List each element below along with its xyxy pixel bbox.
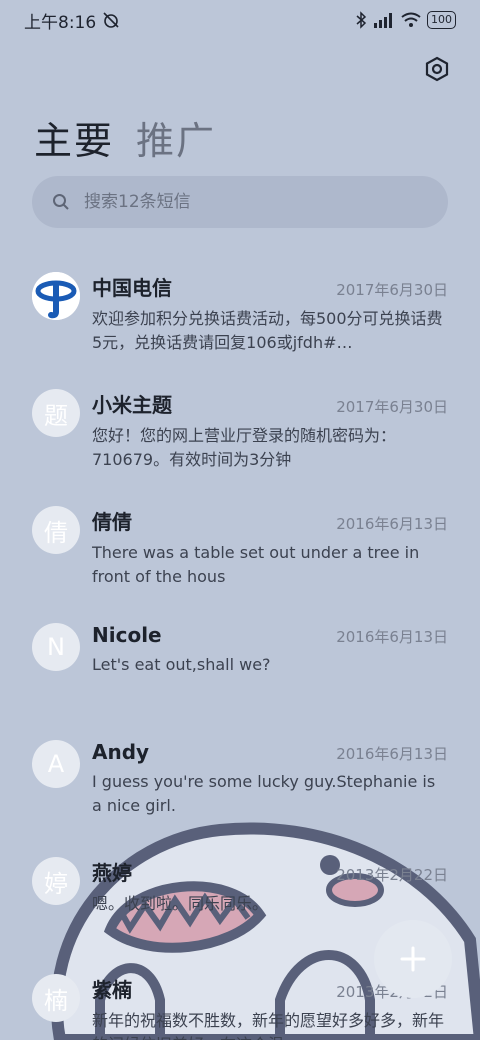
search-icon xyxy=(53,194,69,210)
tab-primary[interactable]: 主要 xyxy=(34,110,114,165)
china-telecom-logo-icon xyxy=(32,272,80,320)
sender-name: Nicole xyxy=(92,623,162,647)
list-item[interactable]: A Andy 2016年6月13日 I guess you're some lu… xyxy=(0,730,480,847)
message-preview: 您好！您的网上营业厅登录的随机密码为：710679。有效时间为3分钟 xyxy=(92,426,397,469)
list-item[interactable]: 题 小米主题 2017年6月30日 您好！您的网上营业厅登录的随机密码为：710… xyxy=(0,379,480,496)
list-item[interactable]: 倩 倩倩 2016年6月13日 There was a table set ou… xyxy=(0,496,480,613)
status-left: 上午8:16 xyxy=(24,8,120,33)
bluetooth-icon xyxy=(356,11,367,29)
avatar: A xyxy=(32,740,80,788)
signal-icon xyxy=(374,13,392,28)
item-header: 倩倩 2016年6月13日 xyxy=(92,496,448,535)
item-header: 中国电信 2017年6月30日 xyxy=(92,262,448,301)
message-date: 2013年2月22日 xyxy=(336,866,448,884)
tab-bar: 主要 推广 xyxy=(34,110,216,165)
item-header: Andy 2016年6月13日 xyxy=(92,730,448,764)
message-date: 2017年6月30日 xyxy=(336,398,448,416)
battery-indicator: 100 xyxy=(427,11,456,29)
avatar: 婷 xyxy=(32,857,80,905)
list-item[interactable]: N Nicole 2016年6月13日 Let's eat out,shall … xyxy=(0,613,480,730)
new-message-button[interactable] xyxy=(374,920,452,998)
sender-name: Andy xyxy=(92,740,150,764)
avatar: 题 xyxy=(32,389,80,437)
sender-name: 中国电信 xyxy=(92,276,172,300)
wifi-icon xyxy=(401,12,421,27)
avatar: 倩 xyxy=(32,506,80,554)
message-preview: 新年的祝福数不胜数，新年的愿望好多好多，新年的问候依旧美好，在这个温… xyxy=(92,1011,445,1040)
sender-name: 倩倩 xyxy=(92,510,132,534)
list-item[interactable]: 中国电信 2017年6月30日 欢迎参加积分兑换话费活动，每500分可兑换话费5… xyxy=(0,262,480,379)
item-header: Nicole 2016年6月13日 xyxy=(92,613,448,647)
settings-hexagon-icon[interactable] xyxy=(424,56,450,82)
search-input[interactable] xyxy=(84,192,404,212)
sender-name: 紫楠 xyxy=(92,978,132,1002)
telecom-logo-icon xyxy=(32,272,80,320)
message-date: 2017年6月30日 xyxy=(336,281,448,299)
search-bar[interactable] xyxy=(32,176,448,228)
message-date: 2016年6月13日 xyxy=(336,515,448,533)
status-right: 100 xyxy=(355,11,456,29)
message-date: 2016年6月13日 xyxy=(336,745,448,763)
message-preview: Let's eat out,shall we? xyxy=(92,655,271,674)
alarm-muted-icon xyxy=(103,12,119,28)
avatar: 楠 xyxy=(32,974,80,1022)
message-preview: 嗯。收到啦。同乐同乐。 xyxy=(92,894,269,913)
tab-promotion[interactable]: 推广 xyxy=(136,110,216,165)
item-header: 燕婷 2013年2月22日 xyxy=(92,847,448,886)
item-header: 小米主题 2017年6月30日 xyxy=(92,379,448,418)
message-preview: There was a table set out under a tree i… xyxy=(92,543,420,586)
status-time: 上午8:16 xyxy=(24,12,97,33)
message-preview: I guess you're some lucky guy.Stephanie … xyxy=(92,772,436,815)
message-preview: 欢迎参加积分兑换话费活动，每500分可兑换话费5元，兑换话费请回复106或jfd… xyxy=(92,309,443,352)
sender-name: 燕婷 xyxy=(92,861,132,885)
plus-icon xyxy=(400,946,426,972)
status-bar: 上午8:16 100 xyxy=(0,0,480,40)
message-date: 2016年6月13日 xyxy=(336,628,448,646)
sender-name: 小米主题 xyxy=(92,393,172,417)
avatar: N xyxy=(32,623,80,671)
